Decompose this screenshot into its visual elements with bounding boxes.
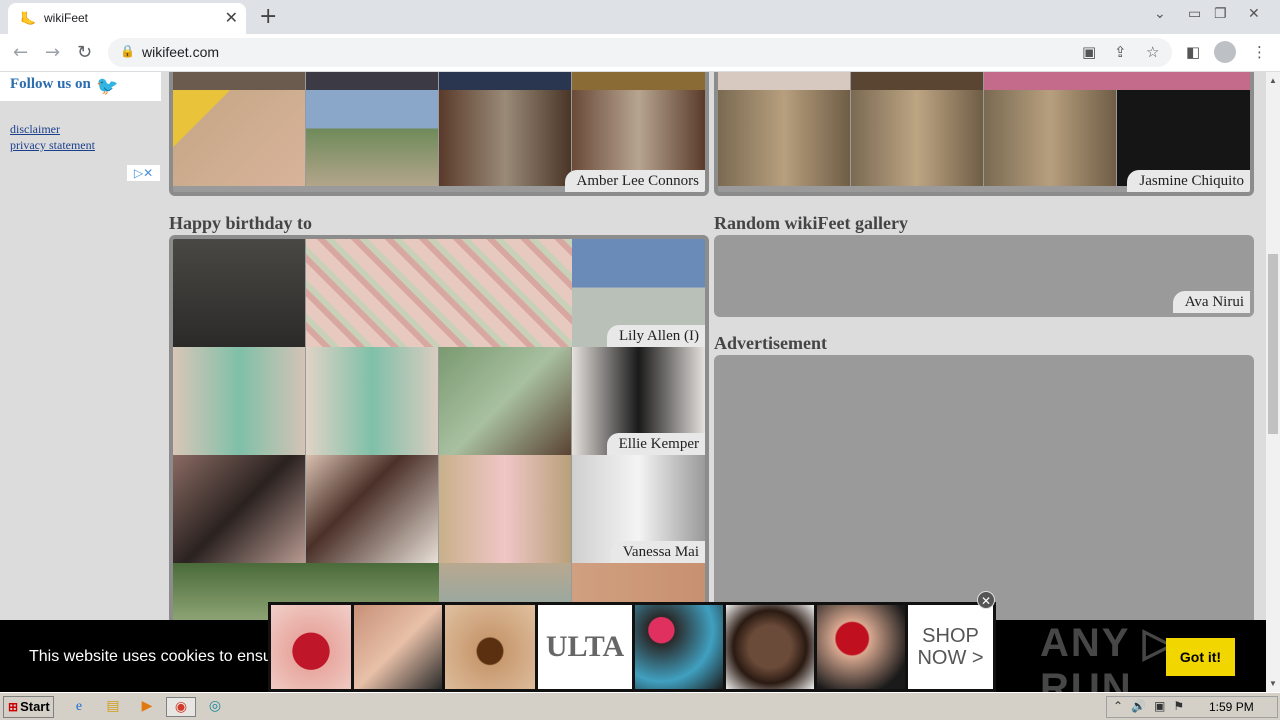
tab-search-icon[interactable]: ⌄ (1154, 6, 1166, 22)
wikifeet-favicon-icon: 🦶 (20, 11, 37, 26)
explorer-folder-icon[interactable]: ▤ (102, 697, 124, 717)
gallery-thumb[interactable] (439, 347, 571, 455)
follow-us-box[interactable]: Follow us on 🐦 (0, 72, 161, 101)
share-icon[interactable]: ⇪ (1114, 43, 1127, 61)
ie-icon[interactable]: e (68, 697, 90, 717)
gallery-thumb[interactable] (173, 72, 305, 90)
birthday-row-ellie-kemper[interactable]: Ellie Kemper (173, 347, 705, 455)
gallery-caption[interactable]: Ellie Kemper (606, 433, 705, 455)
new-tab-button[interactable]: + (259, 4, 277, 29)
random-gallery[interactable]: Ava Nirui (714, 235, 1254, 317)
disclaimer-link[interactable]: disclaimer (10, 122, 60, 137)
happy-birthday-heading: Happy birthday to (169, 213, 313, 233)
chrome-icon[interactable]: ◉ (166, 697, 196, 717)
gallery-thumb[interactable] (173, 455, 305, 563)
gallery-thumb[interactable] (306, 90, 438, 186)
gallery-caption[interactable]: Vanessa Mai (610, 541, 705, 563)
restore-icon[interactable]: ❐ (1214, 6, 1227, 22)
scroll-thumb[interactable] (1268, 254, 1278, 434)
scroll-up-icon[interactable]: ▲ (1269, 76, 1277, 85)
twitter-bird-icon[interactable]: 🐦 (96, 76, 118, 97)
gallery-thumb[interactable] (306, 455, 438, 563)
gallery-thumb[interactable] (439, 455, 571, 563)
cookie-message: This website uses cookies to ensure (29, 648, 287, 665)
gallery-thumb[interactable] (984, 72, 1250, 90)
gallery-thumb[interactable] (718, 72, 850, 90)
gallery-thumb[interactable] (851, 90, 983, 186)
side-panel-icon[interactable]: ◧ (1186, 43, 1200, 61)
advertisement-heading: Advertisement (714, 333, 827, 353)
gallery-caption[interactable]: Jasmine Chiquito (1127, 170, 1250, 192)
follow-us-text: Follow us on (10, 76, 91, 92)
windows-flag-icon: ⊞ (8, 700, 19, 714)
gallery-thumb[interactable] (306, 239, 572, 347)
minimize-icon[interactable]: ▭ (1188, 6, 1201, 22)
forward-icon[interactable]: → (45, 42, 60, 63)
url-text: wikifeet.com (142, 44, 220, 60)
gallery-jasmine-chiquito[interactable]: Jasmine Chiquito (714, 72, 1254, 196)
ad-image-lips[interactable] (271, 605, 351, 689)
scroll-down-icon[interactable]: ▼ (1269, 679, 1277, 688)
gallery-caption[interactable]: Lily Allen (I) (607, 325, 705, 347)
shop-now-button[interactable]: SHOP NOW > (908, 605, 993, 689)
gallery-thumb[interactable] (572, 72, 705, 90)
clock: 1:59 PM (1209, 700, 1254, 714)
gallery-thumb[interactable] (306, 347, 438, 455)
browser-toolbar: ← → ↻ 🔒 wikifeet.com ▣ ⇪ ☆ ◧ ⋮ (0, 34, 1280, 72)
browser-tab[interactable]: 🦶 wikiFeet ✕ (8, 3, 246, 34)
gallery-thumb[interactable] (718, 90, 850, 186)
gallery-thumb[interactable] (173, 347, 305, 455)
gallery-thumb[interactable] (306, 72, 438, 90)
tab-close-icon[interactable]: ✕ (225, 8, 238, 27)
edge-icon[interactable]: ◎ (204, 697, 226, 717)
random-gallery-heading: Random wikiFeet gallery (714, 213, 908, 233)
gallery-thumb[interactable] (439, 72, 571, 90)
ad-image-nails[interactable] (817, 605, 905, 689)
tab-strip: 🦶 wikiFeet ✕ + ⌄ ▭ ❐ ✕ (0, 0, 1280, 34)
lock-icon: 🔒 (120, 44, 135, 58)
gallery-caption[interactable]: Amber Lee Connors (564, 170, 705, 192)
bookmark-star-icon[interactable]: ☆ (1146, 43, 1159, 61)
reload-icon[interactable]: ↻ (77, 42, 92, 63)
back-icon[interactable]: ← (13, 42, 28, 63)
gallery-thumb[interactable] (173, 239, 305, 347)
privacy-statement-link[interactable]: privacy statement (10, 138, 95, 153)
system-tray: ⌃🔊▣⚑ 1:59 PM (1106, 696, 1278, 718)
start-button[interactable]: ⊞ Start (3, 696, 54, 718)
ad-image-brush[interactable] (354, 605, 442, 689)
address-bar[interactable]: 🔒 wikifeet.com ▣ ⇪ ☆ (108, 38, 1172, 67)
gallery-thumb[interactable] (439, 90, 571, 186)
gallery-thumb[interactable] (851, 72, 983, 90)
ulta-logo[interactable]: ULTA (538, 605, 632, 689)
profile-avatar[interactable] (1214, 41, 1236, 63)
page-scrollbar[interactable]: ▲ ▼ (1266, 72, 1280, 692)
ad-image-eye[interactable] (445, 605, 535, 689)
ad-image-polish[interactable] (635, 605, 723, 689)
gallery-caption[interactable]: Ava Nirui (1172, 291, 1250, 313)
birthday-row-vanessa-mai[interactable]: Vanessa Mai (173, 455, 705, 563)
page-content: Follow us on 🐦 disclaimer privacy statem… (0, 72, 1266, 692)
cast-icon[interactable]: ▣ (1082, 43, 1096, 61)
bottom-ad-banner[interactable]: ULTA SHOP NOW > (268, 602, 996, 692)
gallery-thumb[interactable] (173, 90, 305, 186)
close-icon[interactable]: ✕ (1248, 6, 1260, 22)
tray-icons[interactable]: ⌃🔊▣⚑ (1113, 699, 1192, 714)
birthday-row-lily-allen[interactable]: Lily Allen (I) (173, 239, 705, 347)
got-it-button[interactable]: Got it! (1166, 638, 1235, 676)
menu-kebab-icon[interactable]: ⋮ (1252, 43, 1267, 61)
windows-taskbar: ⊞ Start e ▤ ▶ ◉ ◎ ⌃🔊▣⚑ 1:59 PM (0, 692, 1280, 720)
shop-now-line2: NOW > (917, 647, 984, 669)
shop-now-line1: SHOP (922, 625, 979, 647)
gallery-thumb[interactable] (984, 90, 1116, 186)
ad-image-powder-brush[interactable] (726, 605, 814, 689)
ad-close-icon[interactable]: ✕ (977, 591, 995, 609)
gallery-amber-lee-connors[interactable]: Amber Lee Connors (169, 72, 709, 196)
start-label: Start (20, 699, 50, 714)
media-player-icon[interactable]: ▶ (136, 697, 158, 717)
adchoices-icon[interactable]: ▷✕ (127, 165, 160, 181)
tab-title: wikiFeet (44, 11, 89, 25)
